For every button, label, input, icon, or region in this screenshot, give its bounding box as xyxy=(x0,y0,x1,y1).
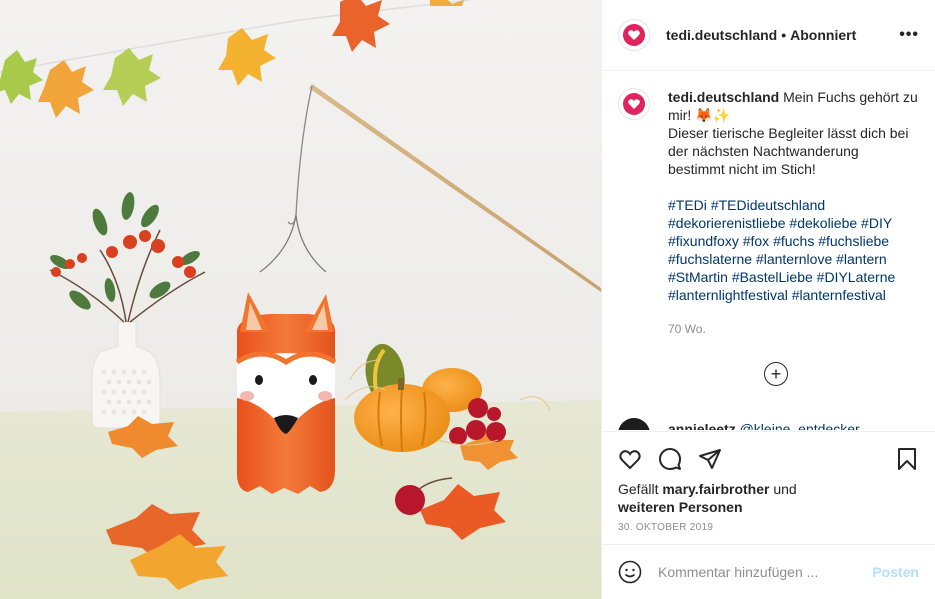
share-icon[interactable] xyxy=(698,447,722,471)
comment-icon[interactable] xyxy=(658,447,682,471)
hashtag[interactable]: #StMartin xyxy=(668,269,728,285)
liked-by-user[interactable]: mary.fairbrother xyxy=(662,481,769,497)
more-options-icon[interactable]: ••• xyxy=(899,26,919,44)
post-sidebar: tedi.deutschland • Abonniert ••• tedi.de… xyxy=(601,0,935,599)
caption-avatar[interactable] xyxy=(618,88,650,120)
caption-line2: Dieser tierische Begleiter lässt dich be… xyxy=(668,125,909,177)
fox-lantern-photo xyxy=(0,0,601,599)
comment-mention[interactable]: @kleine_entdecker xyxy=(740,421,860,430)
hashtag[interactable]: #dekoliebe xyxy=(789,215,857,231)
commenter-username[interactable]: annieleetz xyxy=(668,421,736,430)
likes-summary: Gefällt mary.fairbrother und weiteren Pe… xyxy=(618,480,919,516)
comment-text: annieleetz @kleine_entdecker xyxy=(668,421,860,430)
heart-logo-icon xyxy=(623,24,645,46)
likes-prefix: Gefällt xyxy=(618,481,659,497)
hashtag[interactable]: #DIY xyxy=(861,215,892,231)
caption-timestamp[interactable]: 70 Wo. xyxy=(668,320,919,338)
hashtag[interactable]: #fuchslaterne xyxy=(668,251,752,267)
plus-circle-icon[interactable]: + xyxy=(764,362,788,386)
hashtag[interactable]: #lanternfestival xyxy=(792,287,886,303)
post-comment-button[interactable]: Posten xyxy=(872,564,919,580)
hashtag[interactable]: #fuchsliebe xyxy=(818,233,889,249)
hashtag[interactable]: #dekorierenistliebe xyxy=(668,215,786,231)
instagram-post: tedi.deutschland • Abonniert ••• tedi.de… xyxy=(0,0,935,599)
comments-section: tedi.deutschland Mein Fuchs gehört zu mi… xyxy=(602,72,935,430)
bookmark-icon[interactable] xyxy=(895,447,919,471)
hashtag[interactable]: #lanternlove xyxy=(756,251,832,267)
heart-logo-icon xyxy=(623,93,645,115)
follow-status-button[interactable]: Abonniert xyxy=(790,27,856,43)
hashtag[interactable]: #fixundfoxy xyxy=(668,233,739,249)
hashtag[interactable]: #fox xyxy=(743,233,769,249)
hashtag[interactable]: #DIYLaterne xyxy=(817,269,896,285)
profile-avatar[interactable] xyxy=(618,19,650,51)
action-icons xyxy=(618,432,919,480)
hashtag-list: #TEDi #TEDideutschland #dekorierenistlie… xyxy=(668,196,919,304)
comment-item: annieleetz @kleine_entdecker xyxy=(618,418,860,430)
caption-text: tedi.deutschland Mein Fuchs gehört zu mi… xyxy=(668,88,919,338)
hashtag[interactable]: #lantern xyxy=(836,251,887,267)
hashtag[interactable]: #fuchs xyxy=(773,233,814,249)
hashtag[interactable]: #TEDi xyxy=(668,197,707,213)
comment-input[interactable] xyxy=(658,564,873,580)
heart-icon[interactable] xyxy=(618,447,642,471)
commenter-avatar[interactable] xyxy=(618,418,650,430)
liked-by-others[interactable]: weiteren Personen xyxy=(618,499,743,515)
post-caption: tedi.deutschland Mein Fuchs gehört zu mi… xyxy=(618,88,919,338)
emoji-icon[interactable] xyxy=(618,560,642,584)
header-separator: • xyxy=(781,27,787,43)
post-header: tedi.deutschland • Abonniert ••• xyxy=(602,0,935,71)
post-actions: Gefällt mary.fairbrother und weiteren Pe… xyxy=(602,431,935,533)
add-comment-form: Posten xyxy=(602,544,935,599)
post-image[interactable] xyxy=(0,0,601,599)
post-date[interactable]: 30. OKTOBER 2019 xyxy=(618,522,919,533)
hashtag[interactable]: #TEDideutschland xyxy=(711,197,825,213)
hashtag[interactable]: #lanternlightfestival xyxy=(668,287,788,303)
caption-username[interactable]: tedi.deutschland xyxy=(668,89,779,105)
header-username[interactable]: tedi.deutschland xyxy=(666,27,777,43)
likes-and: und xyxy=(773,481,797,497)
hashtag[interactable]: #BastelLiebe xyxy=(732,269,813,285)
